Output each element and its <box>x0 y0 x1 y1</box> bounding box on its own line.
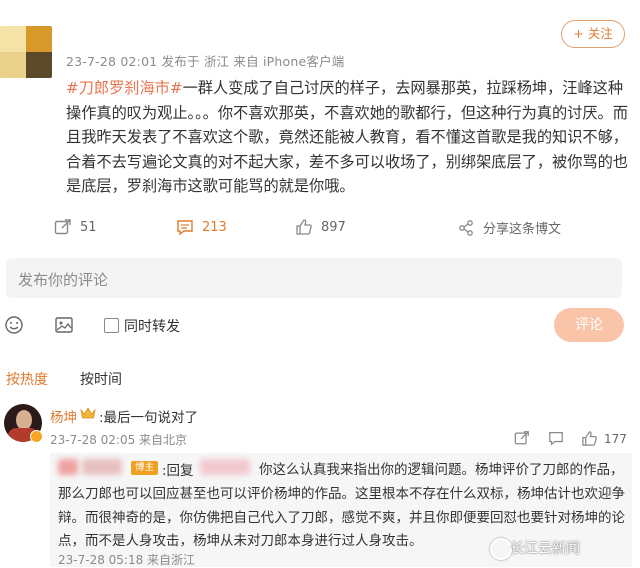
repost-icon <box>54 219 71 235</box>
share-label: 分享这条博文 <box>483 222 562 237</box>
reply-meta: 23-7-28 05:18 来自浙江 <box>58 553 196 567</box>
repost-action[interactable]: 51 <box>54 218 97 238</box>
sort-by-time-tab[interactable]: 按时间 <box>80 369 122 389</box>
follow-button[interactable]: + 关注 <box>561 20 625 48</box>
post-body: #刀郎罗刹海市#一群人变成了自己讨厌的样子，去网暴那英，拉踩杨坤，汪峰这种操作真… <box>66 76 632 199</box>
poster-avatar[interactable] <box>0 26 52 78</box>
comment-icon <box>177 220 193 236</box>
sort-by-hot-tab[interactable]: 按热度 <box>6 369 48 389</box>
comment-text: :最后一句说对了 <box>99 410 199 426</box>
commenter-name[interactable]: 杨坤 <box>50 406 77 426</box>
comment-like-count: 177 <box>604 432 627 446</box>
watermark: 长江云新闻 <box>510 541 580 557</box>
thumbs-up-icon <box>296 219 312 235</box>
comment-placeholder: 发布你的评论 <box>18 271 109 289</box>
like-count: 897 <box>321 219 346 235</box>
comment-reply-icon[interactable] <box>548 430 564 446</box>
comment-input[interactable]: 发布你的评论 <box>6 258 622 298</box>
emoji-icon[interactable] <box>4 315 24 335</box>
post-meta: 23-7-28 02:01 发布于 浙江 来自 iPhone客户端 <box>66 54 345 69</box>
image-icon[interactable] <box>54 315 74 335</box>
repost-count: 51 <box>80 219 97 235</box>
comment-like-icon[interactable] <box>581 430 598 447</box>
post-hashtag[interactable]: #刀郎罗刹海市# <box>66 79 183 97</box>
submit-comment-button[interactable]: 评论 <box>554 308 624 342</box>
share-icon <box>459 219 473 236</box>
verified-badge-icon <box>30 430 43 443</box>
watermark-logo-icon <box>490 538 512 560</box>
like-action[interactable]: 897 <box>295 218 346 238</box>
repost-checkbox[interactable] <box>104 318 119 333</box>
crown-icon <box>80 407 96 419</box>
comment-repost-icon[interactable] <box>514 430 530 446</box>
comment-meta: 23-7-28 02:05 来自北京 <box>50 433 188 447</box>
share-action[interactable]: 分享这条博文 <box>457 218 561 238</box>
comment-action[interactable]: 213 <box>176 218 227 238</box>
comment-count: 213 <box>202 219 227 235</box>
repost-label: 同时转发 <box>124 319 180 335</box>
